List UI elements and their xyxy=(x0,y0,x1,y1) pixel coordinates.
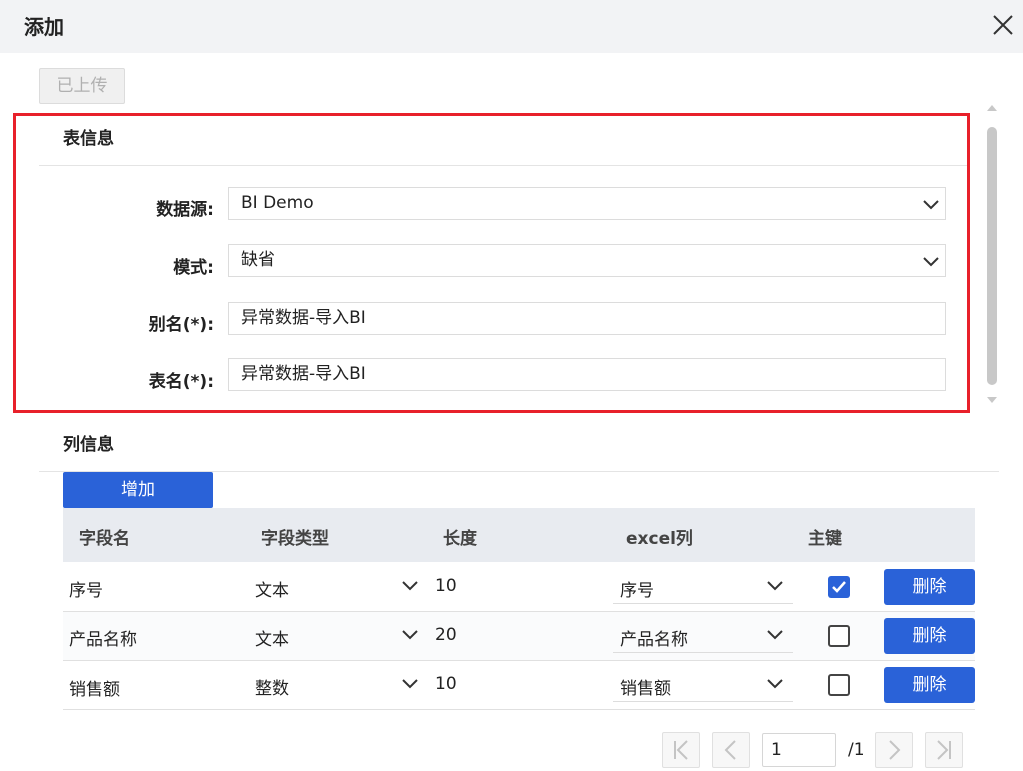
uploaded-button: 已上传 xyxy=(39,68,125,104)
primary-key-checkbox[interactable] xyxy=(828,674,850,696)
chevron-down-icon[interactable] xyxy=(766,626,784,644)
column-info-title: 列信息 xyxy=(63,435,114,455)
length-cell[interactable]: 10 xyxy=(435,674,457,694)
excel-column-select[interactable]: 销售额 xyxy=(620,674,671,699)
scroll-up-icon[interactable] xyxy=(987,105,997,111)
chevron-down-icon[interactable] xyxy=(401,577,419,595)
dialog-title: 添加 xyxy=(24,15,64,39)
chevron-down-icon[interactable] xyxy=(766,675,784,693)
column-header-primary: 主键 xyxy=(808,529,842,549)
primary-key-checkbox[interactable] xyxy=(828,625,850,647)
field-name-cell[interactable]: 序号 xyxy=(69,576,103,601)
last-page-button[interactable] xyxy=(925,732,963,768)
scroll-down-icon[interactable] xyxy=(987,397,997,403)
column-header-excel: excel列 xyxy=(626,529,693,549)
chevron-right-icon xyxy=(889,740,901,760)
column-header-field: 字段名 xyxy=(79,529,130,549)
first-page-button[interactable] xyxy=(662,732,700,768)
field-name-cell[interactable]: 销售额 xyxy=(69,675,120,700)
chevron-down-icon[interactable] xyxy=(401,675,419,693)
column-header-length: 长度 xyxy=(443,529,477,549)
primary-key-checkbox[interactable] xyxy=(828,576,850,598)
dialog-header: 添加 xyxy=(0,0,1023,53)
delete-button[interactable]: 删除 xyxy=(884,569,975,605)
delete-button[interactable]: 删除 xyxy=(884,667,975,703)
highlight-box xyxy=(13,113,970,413)
divider xyxy=(613,701,793,702)
divider xyxy=(613,652,793,653)
next-page-button[interactable] xyxy=(875,732,913,768)
field-type-select[interactable]: 文本 xyxy=(255,576,289,601)
chevron-down-icon[interactable] xyxy=(766,577,784,595)
scrollbar-thumb[interactable] xyxy=(987,127,997,385)
column-header-type: 字段类型 xyxy=(261,529,329,549)
page-total: /1 xyxy=(848,740,865,760)
last-page-icon xyxy=(937,740,951,760)
delete-button[interactable]: 删除 xyxy=(884,618,975,654)
length-cell[interactable]: 20 xyxy=(435,625,457,645)
close-icon[interactable] xyxy=(990,12,1016,38)
length-cell[interactable]: 10 xyxy=(435,576,457,596)
field-type-select[interactable]: 文本 xyxy=(255,625,289,650)
add-button[interactable]: 增加 xyxy=(63,472,213,508)
check-icon xyxy=(832,581,846,593)
chevron-down-icon[interactable] xyxy=(401,626,419,644)
field-name-cell[interactable]: 产品名称 xyxy=(69,625,137,650)
excel-column-select[interactable]: 序号 xyxy=(620,576,654,601)
page-number-input[interactable]: 1 xyxy=(762,733,836,767)
field-type-select[interactable]: 整数 xyxy=(255,674,289,699)
first-page-icon xyxy=(674,740,688,760)
prev-page-button[interactable] xyxy=(712,732,750,768)
excel-column-select[interactable]: 产品名称 xyxy=(620,625,688,650)
chevron-left-icon xyxy=(724,740,736,760)
divider xyxy=(613,603,793,604)
